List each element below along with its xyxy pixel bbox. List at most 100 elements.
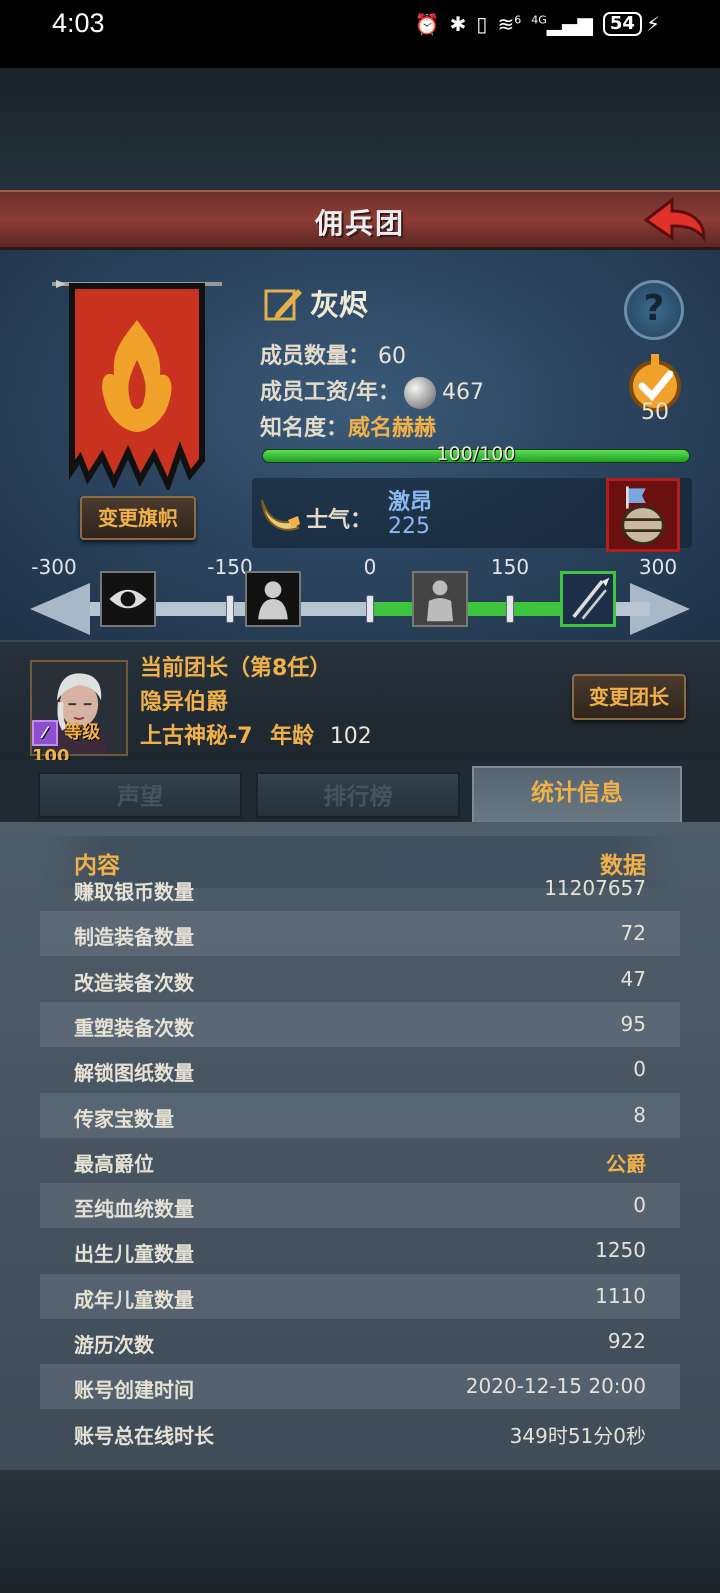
guild-name: 灰烬 xyxy=(310,288,369,322)
wage-line: 成员工资/年： 467 xyxy=(260,374,484,409)
leader-name: 隐异伯爵 xyxy=(140,690,229,715)
change-leader-button[interactable]: 变更团长 xyxy=(572,674,686,720)
stat-label: 最高爵位 xyxy=(74,1151,154,1176)
stat-label: 制造装备数量 xyxy=(74,925,194,950)
members-label: 成员数量： xyxy=(260,344,371,369)
fame-value: 威名赫赫 xyxy=(348,416,437,441)
wand-icon: ⁄ xyxy=(32,720,58,746)
barrel-icon[interactable] xyxy=(606,478,680,552)
stat-label: 解锁图纸数量 xyxy=(74,1061,194,1086)
network-label: 4G xyxy=(531,13,547,27)
status-bar: 4:03 ⏰ ✱ ▯ ≋6 4G▂▄▆ 54 ⚡ xyxy=(0,0,720,68)
table-row: 制造装备数量 72 xyxy=(40,911,680,957)
table-row: 游历次数 922 xyxy=(40,1319,680,1364)
leader-meta: 上古神秘-7 年龄 102 xyxy=(140,718,372,750)
status-time: 4:03 xyxy=(52,8,105,38)
bluetooth-icon: ✱ xyxy=(449,12,467,36)
wage-value: 467 xyxy=(442,380,485,405)
scale-tick-label: 0 xyxy=(363,555,377,579)
stats-header-data: 数据 xyxy=(600,853,646,879)
members-value: 60 xyxy=(378,344,407,369)
stat-label: 传家宝数量 xyxy=(74,1106,174,1131)
battery-indicator: 54 xyxy=(602,12,642,36)
back-arrow-icon[interactable] xyxy=(642,196,708,244)
stat-value: 0 xyxy=(633,1057,646,1082)
stat-label: 成年儿童数量 xyxy=(74,1287,194,1312)
bottom-backdrop xyxy=(0,1470,720,1593)
tab-reputation[interactable]: 声望 xyxy=(38,772,242,818)
table-row: 出生儿童数量 1250 xyxy=(40,1228,680,1273)
table-row: 成年儿童数量 1110 xyxy=(40,1273,680,1319)
table-row: 最高爵位 公爵 xyxy=(40,1138,680,1183)
fame-progress-text: 100/100 xyxy=(436,443,516,465)
mood-excited-icon[interactable] xyxy=(560,571,616,627)
vibrate-icon: ▯ xyxy=(476,12,488,36)
wage-label: 成员工资/年： xyxy=(260,380,401,405)
mood-despair-icon[interactable] xyxy=(245,571,301,627)
leader-level-badge: ⁄ 等级100 xyxy=(32,718,132,767)
stat-value: 95 xyxy=(620,1011,646,1036)
table-row: 改造装备次数 47 xyxy=(40,957,680,1002)
morale-value: 225 xyxy=(388,514,430,539)
change-banner-button[interactable]: 变更旗帜 xyxy=(80,496,196,540)
leader-title: 当前团长（第8任） xyxy=(140,656,332,681)
page-title: 佣兵团 xyxy=(314,207,405,240)
table-row: 至纯血统数量 0 xyxy=(40,1183,680,1229)
stat-label: 赚取银币数量 xyxy=(74,880,194,904)
fame-line: 知名度：威名赫赫 xyxy=(260,410,436,442)
status-icons: ⏰ ✱ ▯ ≋6 4G▂▄▆ 54 ⚡ xyxy=(415,12,660,36)
stat-label: 游历次数 xyxy=(74,1333,154,1357)
table-row: 赚取银币数量 11207657 xyxy=(40,880,680,911)
stat-label: 出生儿童数量 xyxy=(74,1242,194,1267)
signal-4g-icon: 4G▂▄▆ xyxy=(531,12,593,36)
tab-statistics[interactable]: 统计信息 xyxy=(472,766,682,822)
stat-value: 公爵 xyxy=(606,1151,646,1176)
alarm-icon: ⏰ xyxy=(414,12,440,36)
stat-value: 349时51分0秒 xyxy=(509,1423,646,1448)
stat-label: 账号总在线时长 xyxy=(74,1423,214,1448)
silver-coin-icon xyxy=(404,377,437,409)
stat-value: 1250 xyxy=(595,1238,646,1263)
stat-value: 1110 xyxy=(595,1283,646,1308)
table-row: 重塑装备次数 95 xyxy=(40,1001,680,1047)
stat-value: 11207657 xyxy=(544,880,646,900)
scale-tick-label: 150 xyxy=(490,555,530,579)
table-row: 账号总在线时长 349时51分0秒 xyxy=(40,1410,680,1455)
stats-header-content: 内容 xyxy=(74,853,120,879)
stats-list[interactable]: 赚取银币数量 11207657 制造装备数量 72 改造装备次数 47 重塑装备次数 95 解锁… xyxy=(40,880,680,1455)
leader-class: 上古神秘-7 xyxy=(140,724,253,749)
scale-tick-label: -300 xyxy=(31,555,77,579)
stat-value: 2020-12-15 20:00 xyxy=(465,1374,646,1399)
scale-left-arrow xyxy=(30,583,90,635)
stat-value: 922 xyxy=(607,1329,646,1353)
members-line: 成员数量： 60 xyxy=(260,338,406,370)
charging-icon: ⚡ xyxy=(645,12,660,36)
mood-calm-icon[interactable] xyxy=(412,571,468,627)
stat-label: 改造装备次数 xyxy=(74,970,194,995)
stat-value: 8 xyxy=(633,1102,646,1127)
top-backdrop xyxy=(0,68,720,190)
stat-value: 47 xyxy=(620,966,646,991)
help-button[interactable]: ? xyxy=(624,280,684,340)
scale-tick-label: 300 xyxy=(638,555,678,579)
mood-panic-icon[interactable] xyxy=(100,571,156,627)
scale-tick xyxy=(226,595,234,623)
scale-green-range xyxy=(370,602,580,616)
morale-scale: -300 -150 0 150 300 xyxy=(30,555,690,635)
guild-banner xyxy=(52,280,222,490)
scale-tick xyxy=(366,595,374,623)
tab-ranking[interactable]: 排行榜 xyxy=(256,772,460,818)
stat-label: 重塑装备次数 xyxy=(74,1015,194,1040)
morale-label: 士气： xyxy=(306,508,373,533)
stat-label: 至纯血统数量 xyxy=(74,1197,194,1222)
leader-age: 102 xyxy=(329,724,372,749)
stat-value: 72 xyxy=(620,921,646,946)
horn-icon xyxy=(261,499,300,531)
medal-value: 50 xyxy=(641,400,669,425)
fame-label: 知名度： xyxy=(260,416,349,441)
table-row: 账号创建时间 2020-12-15 20:00 xyxy=(40,1364,680,1410)
page-header: 佣兵团 xyxy=(0,190,720,250)
wifi-label: 6 xyxy=(514,13,522,27)
stat-label: 账号创建时间 xyxy=(74,1378,194,1403)
rename-icon[interactable] xyxy=(264,283,304,323)
